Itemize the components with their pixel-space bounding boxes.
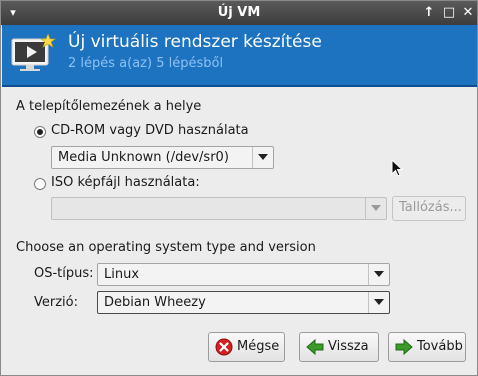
wizard-header: Új virtuális rendszer készítése 2 lépés … [2,25,477,87]
browse-button-label: Tallózás... [399,200,462,215]
cancel-button-label: Mégse [237,339,280,354]
os-section-label: Choose an operating system type and vers… [16,240,316,255]
wizard-step-indicator: 2 lépés a(az) 5 lépésből [68,56,224,71]
os-type-select[interactable]: Linux [97,263,390,286]
os-type-label: OS-típus: [34,266,94,281]
window-title: Új VM [217,5,261,20]
install-media-section-label: A telepítőlemezének a helye [16,99,202,114]
arrow-left-icon [306,338,324,356]
cancel-icon [215,338,233,356]
os-version-select[interactable]: Debian Wheezy [97,291,390,314]
shade-button[interactable]: ↑ [421,5,437,21]
back-button-label: Vissza [328,339,369,354]
os-type-value: Linux [104,267,140,282]
cdrom-device-select[interactable]: Media Unknown (/dev/sr0) [51,146,274,169]
cdrom-device-value: Media Unknown (/dev/sr0) [58,150,229,165]
iso-radio-label[interactable]: ISO képfájl használata: [51,175,200,190]
arrow-right-icon [395,338,413,356]
cancel-button[interactable]: Mégse [208,332,285,362]
close-button[interactable]: ✕ [460,5,476,21]
browse-button[interactable]: Tallózás... [392,196,466,221]
forward-button-label: Tovább [417,339,463,354]
iso-path-combo[interactable] [51,197,387,220]
mouse-pointer-icon [391,159,403,177]
new-vm-dialog: ▾ Új VM ↑ □ ✕ Új virtuális rendszer kész… [0,0,478,376]
chevron-down-icon[interactable] [252,147,273,168]
os-version-value: Debian Wheezy [104,295,206,310]
monitor-star-icon [11,33,56,71]
chevron-down-icon[interactable] [365,198,386,219]
cdrom-radio-label[interactable]: CD-ROM vagy DVD használata [51,123,249,138]
cdrom-radio[interactable] [34,126,46,138]
title-bar[interactable]: ▾ Új VM ↑ □ ✕ [1,1,477,25]
back-button[interactable]: Vissza [299,332,379,362]
maximize-button[interactable]: □ [441,5,457,21]
chevron-down-icon[interactable] [368,292,389,313]
forward-button[interactable]: Tovább [388,332,466,362]
iso-radio[interactable] [34,178,46,190]
chevron-down-icon[interactable] [368,264,389,285]
os-version-label: Verzió: [34,295,78,310]
wizard-title: Új virtuális rendszer készítése [68,32,322,52]
